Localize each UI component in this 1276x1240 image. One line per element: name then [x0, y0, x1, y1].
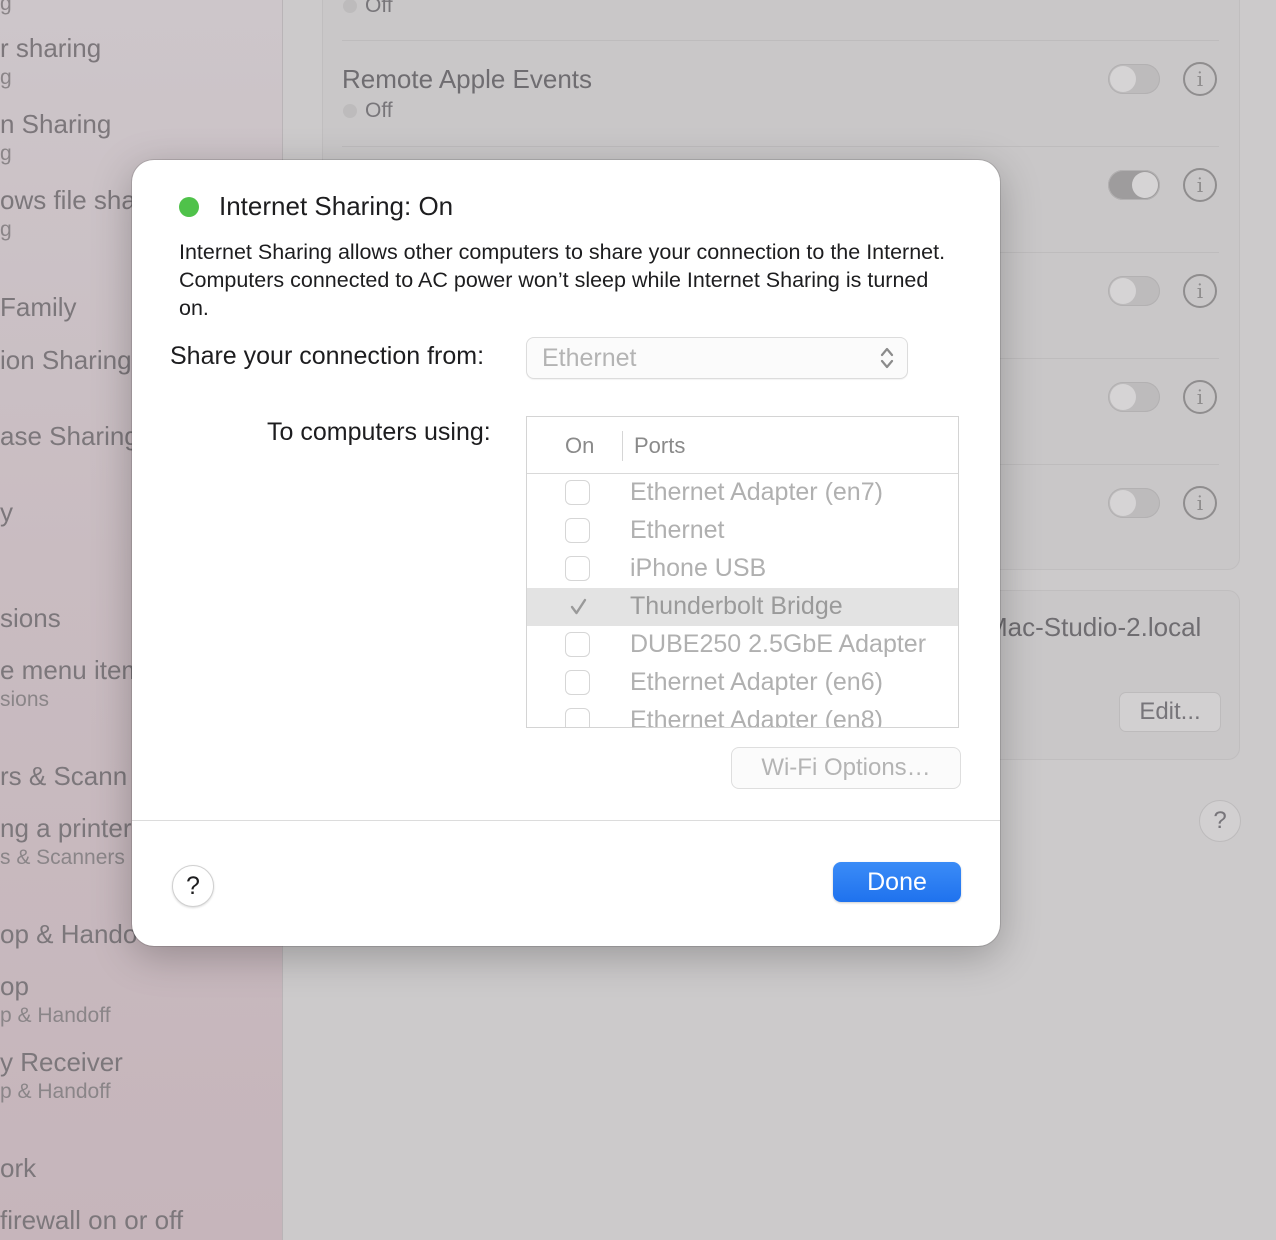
internet-sharing-toggle[interactable] [1108, 170, 1160, 200]
share-from-popup[interactable]: Ethernet [526, 337, 908, 379]
background-help-button[interactable]: ? [1199, 800, 1241, 842]
help-button[interactable]: ? [172, 865, 214, 907]
to-computers-label: To computers using: [267, 418, 491, 446]
port-checkbox[interactable] [565, 670, 590, 695]
edit-hostname-button[interactable]: Edit... [1119, 692, 1221, 732]
sidebar-item-title[interactable]: ion Sharing [0, 345, 132, 376]
local-hostname-value: Mac-Studio-2.local [986, 612, 1202, 642]
sidebar-item-title[interactable]: ork [0, 1153, 36, 1184]
sidebar-item-sub: sions [0, 688, 50, 711]
sidebar-item-sub: g [0, 66, 12, 89]
port-name: Ethernet [630, 516, 725, 544]
sidebar-item-title[interactable]: rs & Scann [0, 761, 127, 792]
status-text: Off [365, 0, 393, 17]
sidebar-item-title[interactable]: Family [0, 292, 77, 323]
sidebar-item-title[interactable]: sions [0, 603, 61, 634]
chevron-up-down-icon [880, 347, 894, 369]
port-checkbox[interactable] [565, 708, 590, 727]
port-checkbox[interactable] [565, 556, 590, 581]
row-divider [342, 40, 1219, 41]
sidebar-item-sub: g [0, 218, 12, 241]
sidebar-item-title[interactable]: e menu item [0, 655, 143, 686]
port-name: Thunderbolt Bridge [630, 592, 843, 620]
dialog-title: Internet Sharing: On [219, 191, 454, 221]
done-button[interactable]: Done [833, 862, 961, 902]
status-text: Off [365, 99, 393, 122]
column-separator [622, 431, 623, 461]
ports-table: On Ports Ethernet Adapter (en7) Ethernet… [526, 416, 959, 728]
sidebar-item-title[interactable]: op [0, 971, 29, 1002]
sidebar-item-title[interactable]: firewall on or off [0, 1205, 183, 1236]
wifi-options-button[interactable]: Wi-Fi Options… [731, 747, 961, 789]
column-header-on[interactable]: On [565, 433, 594, 459]
port-checkbox[interactable] [565, 518, 590, 543]
ports-table-header: On Ports [527, 417, 958, 474]
sidebar-item-title[interactable]: r sharing [0, 33, 101, 64]
info-icon[interactable]: i [1183, 168, 1217, 202]
port-checkbox[interactable] [565, 632, 590, 657]
remote-apple-events-status: Off [343, 99, 393, 123]
remote-apple-events-label: Remote Apple Events [342, 64, 593, 94]
sidebar-item-title[interactable]: n Sharing [0, 109, 111, 140]
table-row[interactable]: Ethernet [527, 512, 958, 550]
table-row[interactable]: Ethernet Adapter (en8) [527, 702, 958, 728]
port-checkbox[interactable] [565, 480, 590, 505]
share-from-value: Ethernet [542, 344, 637, 372]
sidebar-item-sub: s & Scanners [0, 846, 125, 869]
port-name: iPhone USB [630, 554, 767, 582]
sidebar-item-sub: p & Handoff [0, 1080, 111, 1103]
sidebar-item-title[interactable]: y [0, 497, 13, 528]
table-row[interactable]: Ethernet Adapter (en6) [527, 664, 958, 702]
dialog-footer-divider [132, 820, 1000, 821]
service-toggle[interactable] [1108, 488, 1160, 518]
column-header-ports[interactable]: Ports [634, 433, 685, 459]
info-icon[interactable]: i [1183, 380, 1217, 414]
sidebar-item-sub: p & Handoff [0, 1004, 111, 1027]
port-checkbox-checked[interactable] [565, 594, 590, 619]
sidebar-item-title[interactable]: ows file sha [0, 185, 136, 216]
port-name: Ethernet Adapter (en7) [630, 478, 883, 506]
port-name: Ethernet Adapter (en6) [630, 668, 883, 696]
sidebar-item-sub: g [0, 142, 12, 165]
status-off-label: Off [343, 0, 393, 18]
table-row[interactable]: Ethernet Adapter (en7) [527, 474, 958, 512]
sidebar-item-title[interactable]: ng a printer [0, 813, 132, 844]
info-icon[interactable]: i [1183, 486, 1217, 520]
row-divider [342, 146, 1219, 147]
table-row[interactable]: iPhone USB [527, 550, 958, 588]
share-from-label: Share your connection from: [170, 342, 485, 370]
dialog-description: Internet Sharing allows other computers … [179, 240, 946, 320]
sidebar-item-title[interactable]: y Receiver [0, 1047, 123, 1078]
port-name: DUBE250 2.5GbE Adapter [630, 630, 927, 658]
table-row-selected[interactable]: Thunderbolt Bridge [527, 588, 958, 626]
info-icon[interactable]: i [1183, 274, 1217, 308]
info-icon[interactable]: i [1183, 62, 1217, 96]
internet-sharing-dialog: Internet Sharing: On Internet Sharing al… [132, 160, 1000, 946]
service-toggle[interactable] [1108, 382, 1160, 412]
status-indicator-icon [179, 197, 199, 217]
port-name: Ethernet Adapter (en8) [630, 706, 883, 728]
service-toggle[interactable] [1108, 276, 1160, 306]
sidebar-item-title[interactable]: op & Hando [0, 919, 137, 950]
table-row[interactable]: DUBE250 2.5GbE Adapter [527, 626, 958, 664]
remote-apple-events-toggle[interactable] [1108, 64, 1160, 94]
checkmark-icon [570, 598, 587, 615]
sidebar-item-sub: g [0, 0, 12, 15]
sidebar-item-title[interactable]: ase Sharing [0, 421, 139, 452]
